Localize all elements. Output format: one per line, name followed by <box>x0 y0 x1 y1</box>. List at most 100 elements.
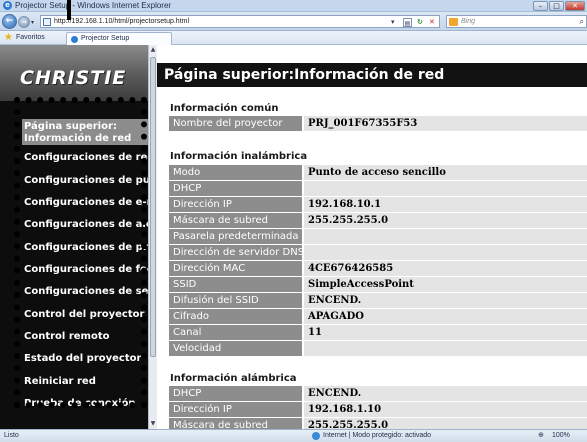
table-row: Dirección de servidor DNS <box>169 244 587 261</box>
tab-projector-setup[interactable]: Projector Setup <box>66 32 172 45</box>
table-row: Dirección MAC 4CE676426585 <box>169 260 587 277</box>
scroll-thumb[interactable] <box>150 57 156 357</box>
sidebar-item-remote-control[interactable]: Control remoto <box>24 331 148 342</box>
wired-info-table: DHCP ENCEND. Dirección IP 192.168.1.10 Más… <box>169 386 587 429</box>
bing-icon <box>449 18 458 26</box>
section-heading-wired: Información alámbrica <box>170 373 297 384</box>
tab-page-icon <box>71 36 78 43</box>
tab-label: Projector Setup <box>81 35 130 42</box>
minimize-button[interactable]: – <box>533 1 548 11</box>
row-label: Máscara de subred <box>169 212 304 229</box>
refresh-icon[interactable]: ↻ <box>417 18 423 27</box>
section-heading-wireless: Información inalámbrica <box>170 151 308 162</box>
row-label: Dirección IP <box>169 401 304 418</box>
ie-logo-icon: e <box>3 1 12 10</box>
row-label: Dirección IP <box>169 196 304 213</box>
row-label: Cifrado <box>169 308 304 325</box>
section-heading-common: Información común <box>170 103 279 114</box>
callout-arrow <box>67 0 71 20</box>
table-row: Nombre del proyector PRJ_001F67355F53 <box>169 116 587 132</box>
table-row: Canal 11 <box>169 324 587 341</box>
row-value: SimpleAccessPoint <box>303 276 587 293</box>
back-button[interactable]: ← <box>2 14 17 29</box>
search-placeholder[interactable]: Bing <box>461 16 475 27</box>
favorites-star-icon[interactable]: ★ <box>4 32 13 43</box>
history-dropdown-icon[interactable]: ▾ <box>31 19 34 26</box>
table-row: Cifrado APAGADO <box>169 308 587 325</box>
security-zone-text[interactable]: Internet | Modo protegido: activado <box>323 430 431 442</box>
address-url[interactable]: http://192.168.1.10/html/projectorsetup.… <box>54 16 189 27</box>
sidebar: CHRISTIE Página superior: Información de… <box>0 45 148 429</box>
sidebar-item-security-settings[interactable]: Configuraciones de seguridad <box>24 286 148 297</box>
search-icon[interactable]: ⌕ <box>580 16 584 27</box>
internet-zone-icon <box>312 432 320 440</box>
address-dropdown-icon[interactable]: ▾ <box>391 18 395 27</box>
status-bar: Listo Internet | Modo protegido: activad… <box>0 429 587 442</box>
window-controls: – □ ✕ <box>533 1 585 11</box>
window-titlebar: e Projector Setup - Windows Internet Exp… <box>0 0 587 12</box>
row-value: 255.255.255.0 <box>303 212 587 229</box>
maximize-button[interactable]: □ <box>549 1 564 11</box>
table-row: Modo Punto de acceso sencillo <box>169 165 587 181</box>
row-value: ENCEND. <box>303 386 587 402</box>
row-value: 11 <box>303 324 587 341</box>
table-row: DHCP <box>169 180 587 197</box>
sidebar-item-date-settings[interactable]: Configuraciones de fecha <box>24 264 148 275</box>
table-row: DHCP ENCEND. <box>169 386 587 402</box>
sidebar-item-top-page[interactable]: Página superior: Información de red <box>22 119 148 145</box>
scroll-up-arrow-icon[interactable]: ▲ <box>149 46 157 54</box>
compatibility-view-icon[interactable]: ▤ <box>403 18 412 27</box>
window-title: Projector Setup - Windows Internet Explo… <box>15 1 172 10</box>
search-box[interactable]: Bing ⌕ <box>446 15 587 28</box>
main-content: Página superior:Información de red Infor… <box>157 45 587 429</box>
row-value: 192.168.10.1 <box>303 196 587 213</box>
table-row: Dirección IP 192.168.10.1 <box>169 196 587 213</box>
table-row: Pasarela predeterminada <box>169 228 587 245</box>
row-value <box>303 340 587 357</box>
page-title: Página superior:Información de red <box>157 63 587 87</box>
sidebar-item-projector-control[interactable]: Control del proyector <box>24 309 148 320</box>
navigation-bar: ← → ▾ http://192.168.1.10/html/projector… <box>0 12 587 31</box>
page-icon <box>43 18 51 26</box>
sidebar-item-projector-status[interactable]: Estado del proyector <box>24 353 148 364</box>
row-value <box>303 244 587 261</box>
row-label: Pasarela predeterminada <box>169 228 304 245</box>
table-row: Máscara de subred 255.255.255.0 <box>169 417 587 429</box>
address-bar[interactable]: http://192.168.1.10/html/projectorsetup.… <box>40 15 440 28</box>
scroll-down-arrow-icon[interactable]: ▼ <box>149 420 157 428</box>
row-label: Difusión del SSID <box>169 292 304 309</box>
favorites-button[interactable]: Favoritos <box>16 31 45 44</box>
table-row: Máscara de subred 255.255.255.0 <box>169 212 587 229</box>
sidebar-item-port-settings[interactable]: Configuraciones de puerto <box>24 175 148 186</box>
row-label: Canal <box>169 324 304 341</box>
logo-area: CHRISTIE <box>0 45 148 101</box>
row-label: Dirección de servidor DNS <box>169 244 304 261</box>
row-label: DHCP <box>169 180 304 197</box>
zoom-icon[interactable]: ⊕ <box>538 430 544 442</box>
row-value: 192.168.1.10 <box>303 401 587 418</box>
sidebar-item-network-restart[interactable]: Reiniciar red <box>24 376 148 387</box>
row-label: Máscara de subred <box>169 417 304 429</box>
row-value <box>303 180 587 197</box>
close-button[interactable]: ✕ <box>565 1 585 11</box>
row-label: Nombre del proyector <box>169 116 304 132</box>
row-label: SSID <box>169 276 304 293</box>
row-label: DHCP <box>169 386 304 402</box>
sidebar-item-connection-test[interactable]: Prueba de conexión <box>24 398 148 409</box>
row-label: Dirección MAC <box>169 260 304 277</box>
sidebar-item-email-settings[interactable]: Configuraciones de e-mail <box>24 197 148 208</box>
row-value: APAGADO <box>303 308 587 325</box>
row-value: 4CE676426585 <box>303 260 587 277</box>
row-value: Punto de acceso sencillo <box>303 165 587 181</box>
stop-icon[interactable]: ✕ <box>429 18 435 27</box>
table-row: SSID SimpleAccessPoint <box>169 276 587 293</box>
table-row: Velocidad <box>169 340 587 357</box>
sidebar-item-schedule-settings[interactable]: Configuraciones de programa <box>24 242 148 253</box>
sidebar-item-alert-settings[interactable]: Configuraciones de alerta <box>24 219 148 230</box>
wireless-info-table: Modo Punto de acceso sencillo DHCP Direcc… <box>169 165 587 357</box>
row-value: PRJ_001F67355F53 <box>303 116 587 132</box>
sidebar-item-network-settings[interactable]: Configuraciones de red <box>24 152 148 163</box>
zoom-level[interactable]: 100% <box>552 430 570 442</box>
sidebar-scrollbar[interactable]: ▲ ▼ <box>148 45 157 429</box>
forward-button[interactable]: → <box>18 16 30 28</box>
